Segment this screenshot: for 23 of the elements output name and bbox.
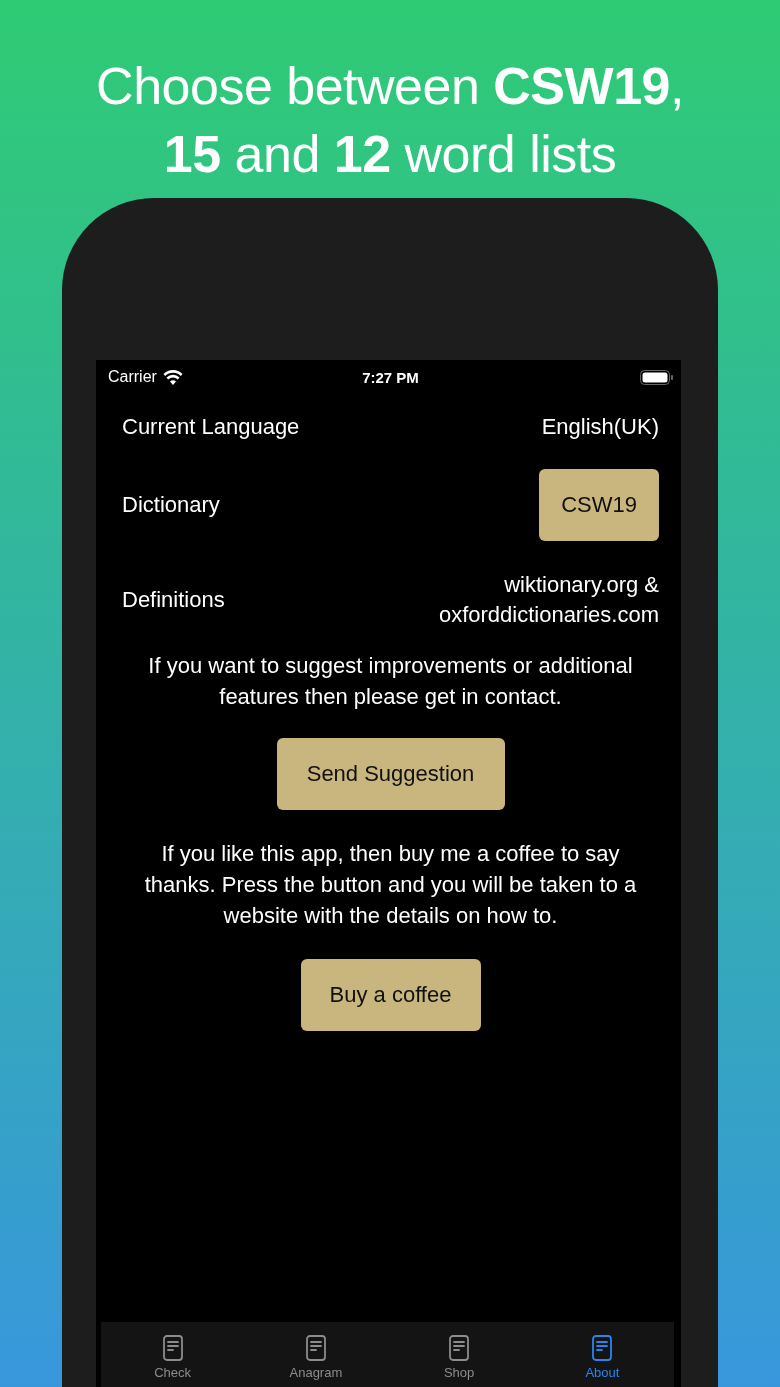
setting-label: Dictionary <box>122 492 220 518</box>
setting-value: wiktionary.org & oxforddictionaries.com <box>438 571 659 629</box>
document-icon <box>448 1335 471 1361</box>
tab[interactable]: Shop <box>387 1322 531 1387</box>
info-paragraph: If you like this app, then buy me a coffee to say thanks. Press the button and you will be taken to a website with the details on how to. <box>143 840 638 930</box>
tab[interactable]: About <box>530 1322 674 1387</box>
tab[interactable]: Check <box>101 1322 245 1387</box>
setting-label: Definitions <box>122 587 225 613</box>
info-paragraph: If you want to suggest improvements or additional features then please get in contact. <box>147 652 634 711</box>
action-button[interactable]: Buy a coffee <box>300 959 481 1031</box>
carrier-label: Carrier <box>108 368 157 386</box>
dictionary-button[interactable]: CSW19 <box>539 469 659 541</box>
setting-label: Current Language <box>122 414 300 440</box>
tab[interactable]: Anagram <box>244 1322 388 1387</box>
battery-icon <box>640 369 673 385</box>
setting-value: English(UK) <box>541 413 659 441</box>
document-icon <box>591 1335 614 1361</box>
action-button[interactable]: Send Suggestion <box>276 738 505 810</box>
document-icon <box>304 1335 327 1361</box>
document-icon <box>161 1335 184 1361</box>
clock-time: 7:27 PM <box>362 368 419 386</box>
headline: Choose between CSW19, 15 and 12 word lists <box>95 56 685 185</box>
wifi-icon <box>162 369 183 385</box>
